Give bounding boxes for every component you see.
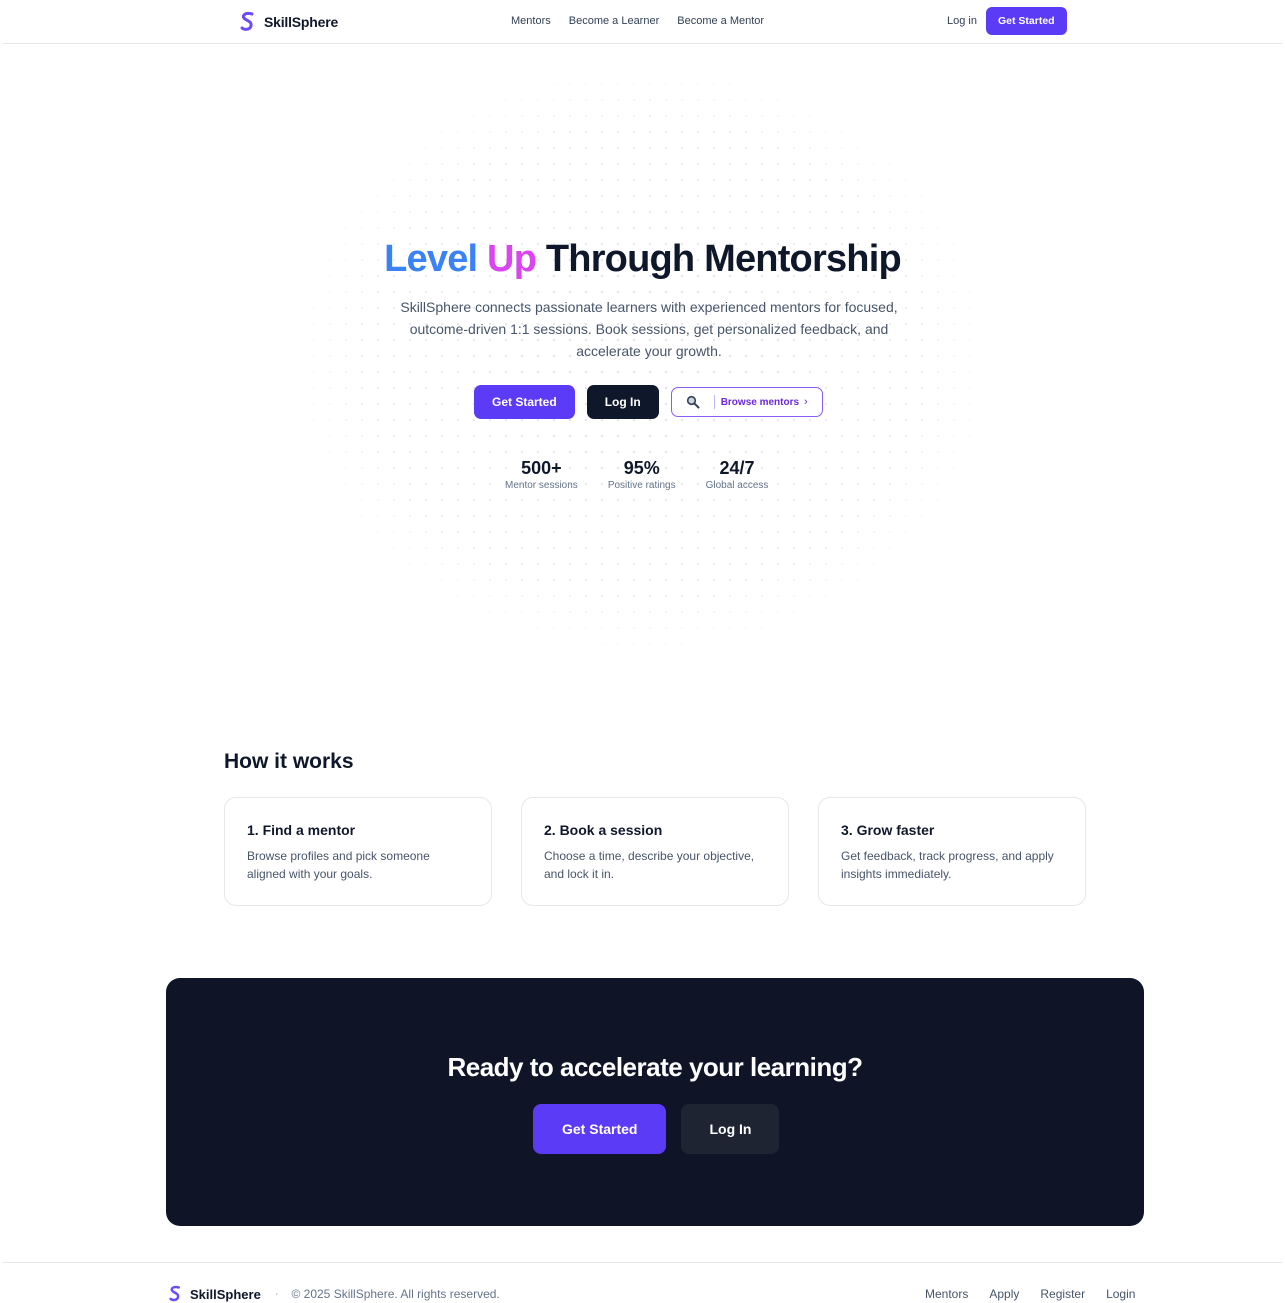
footer-link-register[interactable]: Register bbox=[1040, 1287, 1085, 1301]
hero-get-started-button[interactable]: Get Started bbox=[474, 385, 575, 419]
cta-login-button[interactable]: Log In bbox=[681, 1104, 780, 1154]
nav-link-become-learner[interactable]: Become a Learner bbox=[569, 15, 660, 27]
footer-nav: Mentors Apply Register Login bbox=[925, 1287, 1135, 1301]
stat-label: Mentor sessions bbox=[505, 480, 578, 491]
cta-button-group: Get Started Log In bbox=[533, 1104, 780, 1154]
hero-title-highlight-2: Up bbox=[487, 238, 537, 280]
step-title: 1. Find a mentor bbox=[247, 822, 356, 838]
footer-brand: SkillSphere · © 2025 SkillSphere. All ri… bbox=[168, 1285, 500, 1303]
stat-label: Global access bbox=[705, 480, 769, 491]
step-card-find-mentor: 1. Find a mentor Browse profiles and pic… bbox=[224, 797, 492, 906]
brand-logo-link[interactable]: SkillSphere bbox=[239, 11, 338, 33]
skillsphere-logo-icon bbox=[169, 1285, 180, 1302]
nav-actions: Log in Get Started bbox=[947, 7, 1067, 35]
steps-list: 1. Find a mentor Browse profiles and pic… bbox=[224, 797, 1086, 906]
cta-banner: Ready to accelerate your learning? Get S… bbox=[166, 978, 1144, 1226]
step-title: 3. Grow faster bbox=[841, 822, 935, 838]
stat-mentor-sessions: 500+ Mentor sessions bbox=[505, 457, 578, 491]
stat-value: 24/7 bbox=[719, 458, 755, 478]
stat-global-access: 24/7 Global access bbox=[706, 457, 769, 491]
step-description: Browse profiles and pick someone aligned… bbox=[247, 849, 430, 881]
stat-label: Positive ratings bbox=[607, 480, 676, 491]
nav-link-become-mentor[interactable]: Become a Mentor bbox=[677, 15, 764, 27]
footer-copyright: © 2025 SkillSphere. All rights reserved. bbox=[291, 1287, 500, 1301]
footer-separator: · bbox=[274, 1288, 279, 1300]
stat-value: 500+ bbox=[521, 458, 562, 478]
footer-link-login[interactable]: Login bbox=[1106, 1287, 1135, 1301]
hero-subtitle: SkillSphere connects passionate learners… bbox=[400, 299, 898, 359]
hero-title-rest: Through Mentorship bbox=[545, 238, 902, 280]
stat-positive-ratings: 95% Positive ratings bbox=[608, 457, 676, 491]
footer-link-apply[interactable]: Apply bbox=[989, 1287, 1019, 1301]
nav-get-started-button[interactable]: Get Started bbox=[985, 7, 1067, 35]
how-it-works-title: How it works bbox=[224, 750, 354, 773]
step-title: 2. Book a session bbox=[544, 822, 663, 838]
step-description: Choose a time, describe your objective, … bbox=[544, 849, 755, 881]
skillsphere-logo-icon bbox=[240, 12, 254, 31]
hero-title: Level Up Through Mentorship bbox=[0, 238, 1285, 281]
step-description: Get feedback, track progress, and apply … bbox=[841, 849, 1054, 881]
browse-divider bbox=[713, 395, 715, 409]
top-nav: SkillSphere Mentors Become a Learner Bec… bbox=[3, 0, 1282, 44]
browse-mentors-label: Browse mentors bbox=[720, 396, 800, 408]
cta-title: Ready to accelerate your learning? bbox=[447, 1052, 863, 1082]
step-card-book-session: 2. Book a session Choose a time, describ… bbox=[521, 797, 789, 906]
brand-name: SkillSphere bbox=[264, 14, 339, 30]
step-card-grow-faster: 3. Grow faster Get feedback, track progr… bbox=[818, 797, 1086, 906]
nav-login-link[interactable]: Log in bbox=[947, 15, 977, 27]
primary-nav: Mentors Become a Learner Become a Mentor bbox=[511, 15, 764, 27]
chevron-right-icon: › bbox=[804, 396, 808, 408]
search-icon bbox=[686, 395, 700, 409]
cta-get-started-button[interactable]: Get Started bbox=[533, 1104, 667, 1154]
nav-link-mentors[interactable]: Mentors bbox=[511, 15, 551, 27]
stat-value: 95% bbox=[623, 458, 660, 478]
browse-mentors-button[interactable]: Browse mentors › bbox=[670, 387, 823, 417]
hero-login-button[interactable]: Log In bbox=[586, 385, 659, 419]
site-footer: SkillSphere · © 2025 SkillSphere. All ri… bbox=[3, 1262, 1282, 1303]
hero-cta-group: Get Started Log In Browse mentors › bbox=[474, 385, 823, 419]
footer-brand-name: SkillSphere bbox=[190, 1286, 261, 1302]
footer-link-mentors[interactable]: Mentors bbox=[925, 1287, 968, 1301]
hero-stats: 500+ Mentor sessions 95% Positive rating… bbox=[505, 457, 768, 491]
hero-title-highlight-1: Level bbox=[384, 238, 478, 280]
